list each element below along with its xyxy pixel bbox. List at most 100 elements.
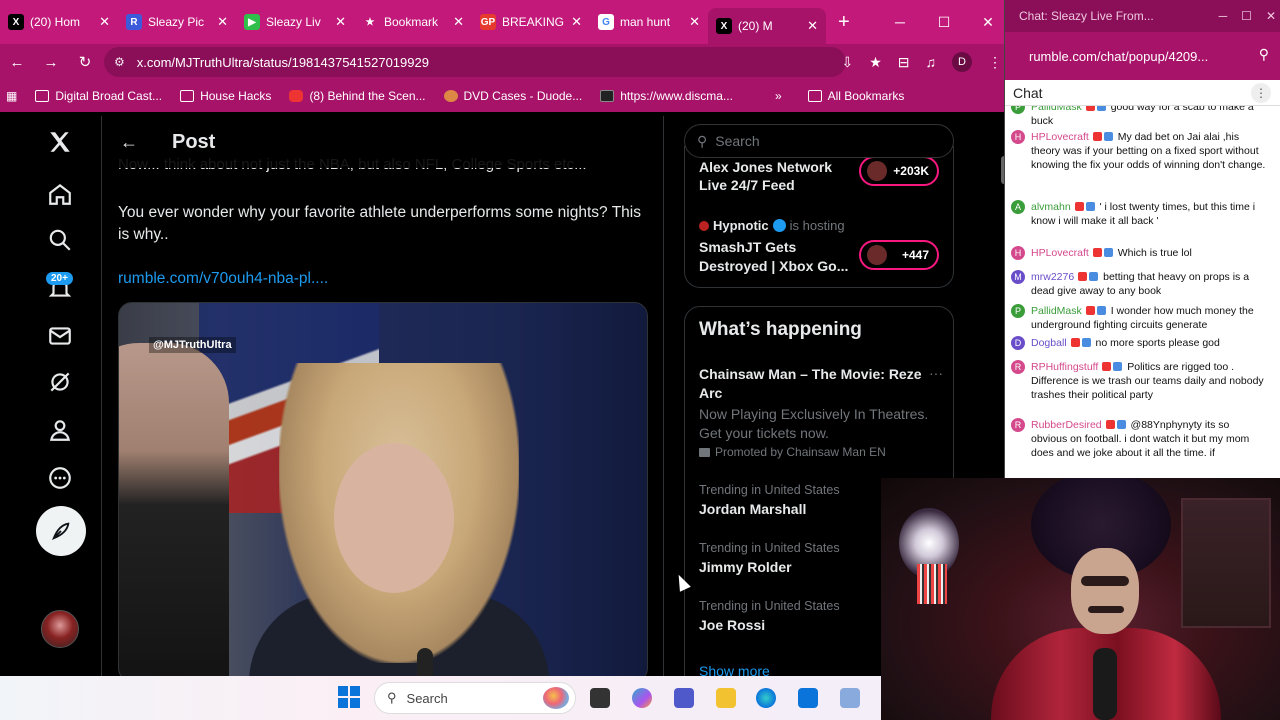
store-icon[interactable]: [798, 688, 818, 708]
bookmark-star-icon[interactable]: ★: [869, 54, 882, 71]
browser-tab[interactable]: GP BREAKING ✕: [472, 6, 590, 38]
messages-icon[interactable]: [40, 316, 80, 356]
chat-username[interactable]: Dogball: [1031, 337, 1067, 349]
chat-username[interactable]: RubberDesired: [1031, 419, 1102, 431]
search-input[interactable]: ⚲ Search: [684, 124, 954, 158]
profile-avatar[interactable]: D: [952, 52, 972, 72]
chat-username[interactable]: HPLovecraft: [1031, 131, 1089, 143]
chat-username[interactable]: mrw2276: [1031, 271, 1074, 283]
host-line: Hypnotic is hosting: [699, 218, 845, 233]
show-more-link[interactable]: Show more: [699, 663, 770, 676]
live-join-pill[interactable]: +447: [859, 240, 939, 270]
forward-icon[interactable]: →: [34, 54, 68, 71]
chat-options-icon[interactable]: ⋮: [1251, 83, 1271, 103]
account-avatar[interactable]: [41, 610, 79, 648]
avatar[interactable]: P: [1011, 106, 1025, 114]
x-page: 20+ Now... think about: [0, 116, 1010, 676]
avatar[interactable]: R: [1011, 360, 1025, 374]
reload-icon[interactable]: ↻: [68, 53, 102, 71]
back-icon[interactable]: ←: [0, 54, 34, 71]
avatar[interactable]: P: [1011, 304, 1025, 318]
more-options-icon[interactable]: ···: [929, 365, 943, 381]
browser-tab[interactable]: X (20) M ✕: [708, 8, 826, 44]
edge-icon[interactable]: [756, 688, 776, 708]
trend-item[interactable]: Trending in United States Jordan Marshal…: [699, 483, 840, 517]
badge-icon: [1085, 202, 1095, 211]
minimize-button[interactable]: ─: [878, 14, 922, 30]
host-avatar: [699, 220, 709, 231]
menu-icon[interactable]: ⋮: [988, 54, 1002, 71]
new-tab-button[interactable]: +: [838, 11, 850, 34]
windows-start-icon[interactable]: [338, 686, 360, 708]
close-tab-icon[interactable]: ✕: [217, 14, 228, 30]
search-icon[interactable]: [40, 220, 80, 260]
browser-tab[interactable]: Gman hunt ✕: [590, 6, 708, 38]
site-info-icon[interactable]: ⚙: [114, 55, 125, 69]
reading-mode-icon[interactable]: ⊟: [898, 54, 910, 71]
home-icon[interactable]: [40, 174, 80, 214]
bookmark-item[interactable]: https://www.discma...: [600, 89, 733, 103]
browser-tab[interactable]: ★ Bookmark ✕: [354, 6, 472, 38]
teams-icon[interactable]: [674, 688, 694, 708]
zoom-icon[interactable]: ⚲: [1259, 46, 1269, 63]
bookmark-item[interactable]: Digital Broad Cast...: [35, 89, 162, 103]
grok-icon[interactable]: [40, 362, 80, 402]
bookmark-item[interactable]: DVD Cases - Duode...: [443, 89, 582, 103]
profile-icon[interactable]: [40, 410, 80, 450]
avatar[interactable]: M: [1011, 270, 1025, 284]
browser-tab[interactable]: X (20) Hom ✕: [0, 6, 118, 38]
back-arrow-icon[interactable]: ←: [120, 132, 138, 153]
chevron-more-icon[interactable]: »: [775, 89, 782, 103]
close-window-button[interactable]: ✕: [1266, 9, 1276, 23]
avatar[interactable]: H: [1011, 246, 1025, 260]
close-tab-icon[interactable]: ✕: [689, 14, 700, 30]
chat-username[interactable]: RPHuffingstuff: [1031, 361, 1098, 373]
trend-item[interactable]: Trending in United States Joe Rossi: [699, 599, 840, 633]
taskbar-search[interactable]: ⚲ Search: [374, 682, 576, 714]
bookmark-item[interactable]: House Hacks: [180, 89, 271, 103]
close-tab-icon[interactable]: ✕: [335, 14, 346, 30]
compose-post-button[interactable]: [36, 506, 86, 556]
tab-favicon-icon: R: [126, 14, 142, 30]
trend-item[interactable]: Trending in United States Jimmy Rolder: [699, 541, 840, 575]
chat-username[interactable]: PallidMask: [1031, 305, 1082, 317]
chat-username[interactable]: HPLovecraft: [1031, 247, 1089, 259]
all-bookmarks[interactable]: All Bookmarks: [807, 89, 904, 103]
promoted-by: Promoted by Chainsaw Man EN: [699, 445, 886, 459]
apps-grid-icon[interactable]: ▦: [6, 89, 17, 103]
toolbar: ← → ↻ ⚙ x.com/MJTruthUltra/status/198143…: [0, 44, 1010, 80]
live-join-pill[interactable]: +203K: [859, 156, 939, 186]
chat-url-bar[interactable]: rumble.com/chat/popup/4209... ⚲: [1005, 32, 1280, 80]
avatar[interactable]: A: [1011, 200, 1025, 214]
bookmark-item[interactable]: (8) Behind the Scen...: [289, 89, 426, 103]
avatar[interactable]: R: [1011, 418, 1025, 432]
install-app-icon[interactable]: ⇩: [841, 54, 853, 71]
maximize-button[interactable]: ☐: [1241, 9, 1252, 23]
avatar: [867, 161, 887, 181]
task-view-icon[interactable]: [590, 688, 610, 708]
close-tab-icon[interactable]: ✕: [453, 14, 464, 30]
avatar[interactable]: D: [1011, 336, 1025, 350]
file-explorer-icon[interactable]: [716, 688, 736, 708]
address-bar[interactable]: ⚙ x.com/MJTruthUltra/status/198143754152…: [104, 47, 846, 77]
post-video[interactable]: @MJTruthUltra: [118, 302, 648, 676]
close-tab-icon[interactable]: ✕: [807, 18, 818, 34]
close-tab-icon[interactable]: ✕: [571, 14, 582, 30]
browser-tab[interactable]: R Sleazy Pic ✕: [118, 6, 236, 38]
copilot-icon[interactable]: [632, 688, 652, 708]
more-icon[interactable]: [40, 458, 80, 498]
promo-title[interactable]: Chainsaw Man – The Movie: Reze Arc: [699, 365, 939, 403]
chat-username[interactable]: PallidMask: [1031, 106, 1082, 113]
x-logo-icon[interactable]: [40, 122, 80, 162]
avatar[interactable]: H: [1011, 130, 1025, 144]
app-icon[interactable]: [840, 688, 860, 708]
media-icon[interactable]: ♫: [926, 54, 937, 70]
maximize-button[interactable]: ☐: [922, 14, 966, 31]
close-tab-icon[interactable]: ✕: [99, 14, 110, 30]
browser-tab[interactable]: ▶ Sleazy Liv ✕: [236, 6, 354, 38]
post-link[interactable]: rumble.com/v70ouh4-nba-pl....: [118, 270, 328, 288]
live-item-title[interactable]: SmashJT Gets Destroyed | Xbox Go...: [699, 238, 859, 276]
minimize-button[interactable]: ─: [1219, 9, 1228, 23]
live-item-title[interactable]: Alex Jones Network Live 24/7 Feed: [699, 158, 849, 194]
chat-username[interactable]: alvmahn: [1031, 201, 1071, 213]
